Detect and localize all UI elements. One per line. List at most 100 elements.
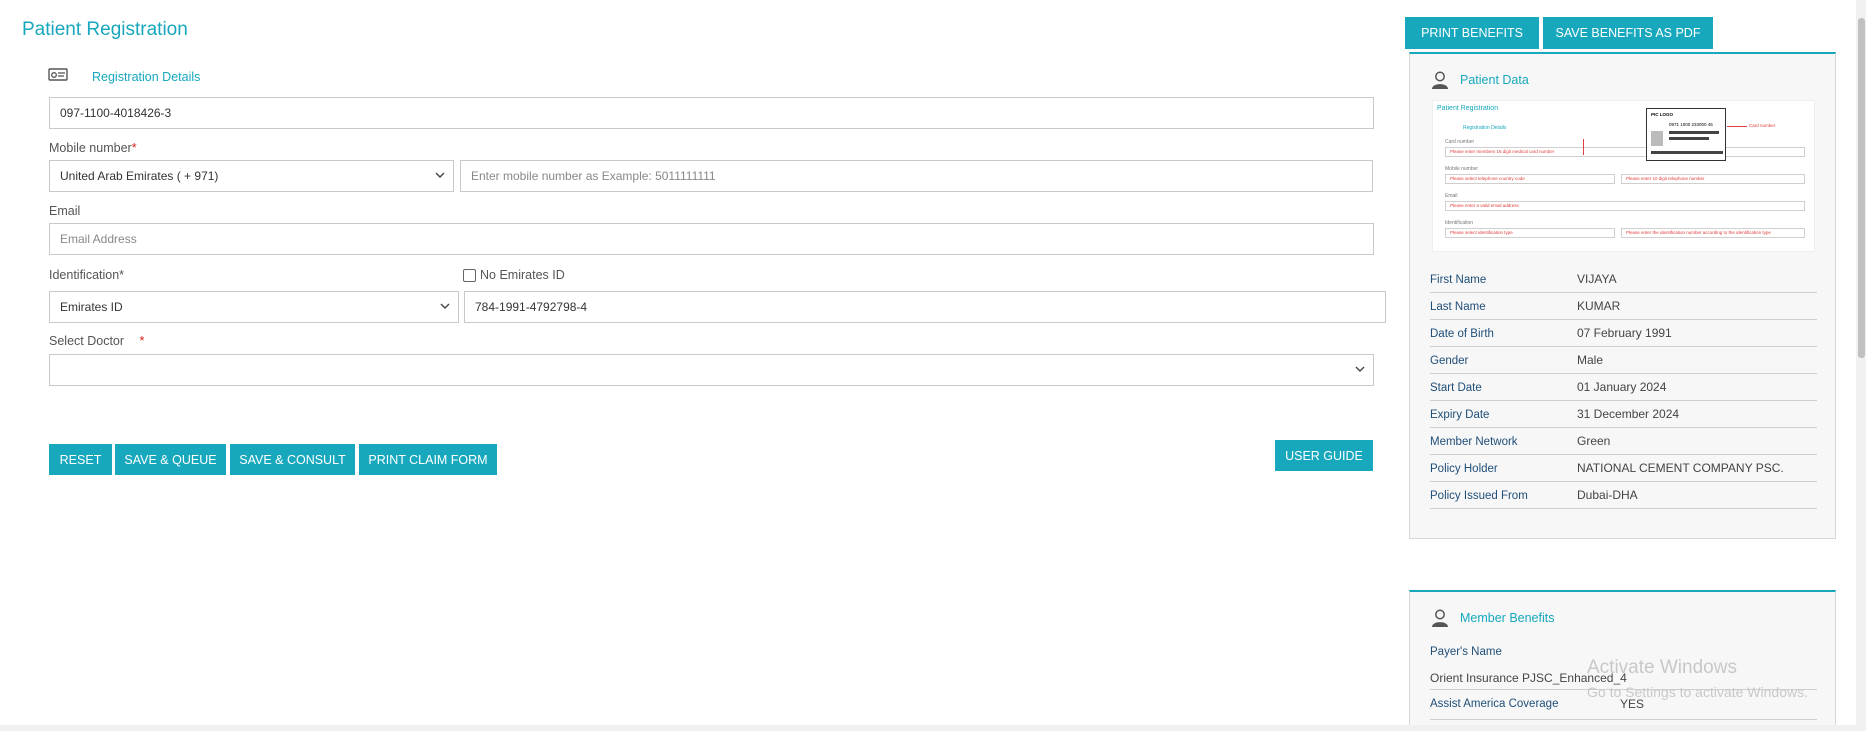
sample-card-line [1651,151,1723,154]
save-queue-button[interactable]: SAVE & QUEUE [115,444,226,475]
member-benefits-header: Member Benefits [1430,608,1554,628]
patient-data-panel: Patient Data Patient Registration Regist… [1409,52,1836,539]
sample-mobile-label: Mobile number [1445,166,1479,172]
field-value: Green [1577,434,1611,448]
sample-form-image: Patient Registration Registration Detail… [1432,100,1815,252]
id-type-select[interactable]: Emirates ID [49,291,459,323]
sample-id-number-input: Please enter the identification number a… [1621,228,1805,238]
id-number-input[interactable] [464,291,1386,323]
id-card-icon [48,68,68,81]
user-icon [1432,609,1448,627]
chevron-down-icon [435,172,445,178]
save-consult-button[interactable]: SAVE & CONSULT [230,444,355,475]
reset-button[interactable]: RESET [49,444,112,475]
field-label: Start Date [1430,382,1482,394]
chevron-down-icon [440,303,450,309]
sample-card-photo [1651,131,1663,146]
print-benefits-button[interactable]: PRINT BENEFITS [1405,17,1539,49]
field-label: Policy Issued From [1430,490,1528,502]
field-label: Last Name [1430,301,1486,313]
sample-country-input: Please select telephone country code [1445,174,1615,184]
sample-card-number: 0971 1000 233000 45 [1669,122,1713,127]
country-code-value: United Arab Emirates ( + 971) [60,169,219,183]
identification-label: Identification* [49,268,125,282]
chevron-down-icon [1355,366,1365,372]
email-field[interactable] [60,224,1373,254]
windows-activation-watermark: Activate Windows [1587,657,1737,678]
field-label: Expiry Date [1430,409,1490,421]
mobile-number-label: Mobile number* [49,141,137,155]
card-number-input[interactable] [49,97,1374,129]
field-row: Date of Birth 07 February 1991 [1430,320,1817,347]
sample-card-line [1669,131,1719,134]
sample-annotation-line [1727,126,1747,127]
save-benefits-pdf-button[interactable]: SAVE BENEFITS AS PDF [1543,17,1713,49]
status-strip [0,725,1856,731]
mobile-number-input[interactable] [460,160,1373,192]
field-label: Member Network [1430,436,1518,448]
patient-data-title: Patient Data [1460,73,1529,87]
field-label: Policy Holder [1430,463,1498,475]
registration-section-header: Registration Details [48,66,200,84]
payer-name-label: Payer's Name [1430,646,1502,658]
email-input[interactable] [49,223,1374,255]
page-title: Patient Registration [22,19,188,40]
mobile-number-label-text: Mobile number [49,141,132,155]
field-row: Policy Issued From Dubai-DHA [1430,482,1817,509]
country-code-select[interactable]: United Arab Emirates ( + 971) [49,160,454,192]
required-mark: * [139,334,145,348]
field-label: First Name [1430,274,1487,286]
user-guide-button[interactable]: USER GUIDE [1275,440,1373,471]
field-value: Dubai-DHA [1577,488,1638,502]
windows-activation-hint: Go to Settings to activate Windows. [1587,684,1808,700]
field-row: First Name VIJAYA [1430,266,1817,293]
scrollbar-thumb[interactable] [1858,18,1865,358]
sample-id-type-input: Please select identification type [1445,228,1615,238]
field-value: 01 January 2024 [1577,380,1667,394]
sample-card-label: Card number [1445,139,1475,145]
sample-card-annotation: Card number [1749,123,1776,128]
mobile-number-field[interactable] [471,161,1372,191]
field-value: NATIONAL CEMENT COMPANY PSC. [1577,461,1784,475]
sample-insurance-card: PIC LOGO 0971 1000 233000 45 [1646,108,1726,161]
sample-annotation-arrow [1583,139,1584,155]
field-label: Date of Birth [1430,328,1494,340]
patient-data-header: Patient Data [1430,70,1529,90]
email-label: Email [49,204,81,218]
field-label: Gender [1430,355,1469,367]
registration-details-label: Registration Details [92,70,201,84]
doctor-select[interactable] [49,354,1374,386]
select-doctor-label-text: Select Doctor [49,334,125,348]
sample-card-input: Please enter members 16 digit medical ca… [1445,147,1805,157]
sample-card-line [1669,137,1709,140]
required-mark: * [131,141,137,155]
field-row: Policy Holder NATIONAL CEMENT COMPANY PS… [1430,455,1817,482]
select-doctor-label: Select Doctor * [49,334,144,348]
sample-email-input: Please enter a valid email address [1445,201,1805,211]
divider [1430,719,1817,720]
user-icon [1432,71,1448,89]
print-claim-form-button[interactable]: PRINT CLAIM FORM [359,444,497,475]
field-row: Member Network Green [1430,428,1817,455]
field-value: VIJAYA [1577,272,1617,286]
sample-title: Patient Registration [1437,105,1499,112]
field-row: Last Name KUMAR [1430,293,1817,320]
card-number-value[interactable] [60,98,1373,128]
sample-card-logo: PIC LOGO [1651,112,1674,117]
field-row: Gender Male [1430,347,1817,374]
field-value: 07 February 1991 [1577,326,1672,340]
field-value: Male [1577,353,1604,367]
member-benefits-title: Member Benefits [1460,611,1555,625]
field-value: KUMAR [1577,299,1621,313]
field-row: Expiry Date 31 December 2024 [1430,401,1817,428]
field-row: Start Date 01 January 2024 [1430,374,1817,401]
sample-id-label: Identification [1445,220,1474,226]
sample-section: Registration Details [1463,125,1507,131]
id-number-field[interactable] [475,292,1385,322]
field-value: 31 December 2024 [1577,407,1680,421]
no-emirates-id-option[interactable]: No Emirates ID [463,268,565,282]
sample-email-label: Email [1445,193,1458,199]
assist-america-label: Assist America Coverage [1430,698,1559,710]
no-emirates-id-checkbox[interactable] [463,268,476,282]
id-type-value: Emirates ID [60,300,123,314]
